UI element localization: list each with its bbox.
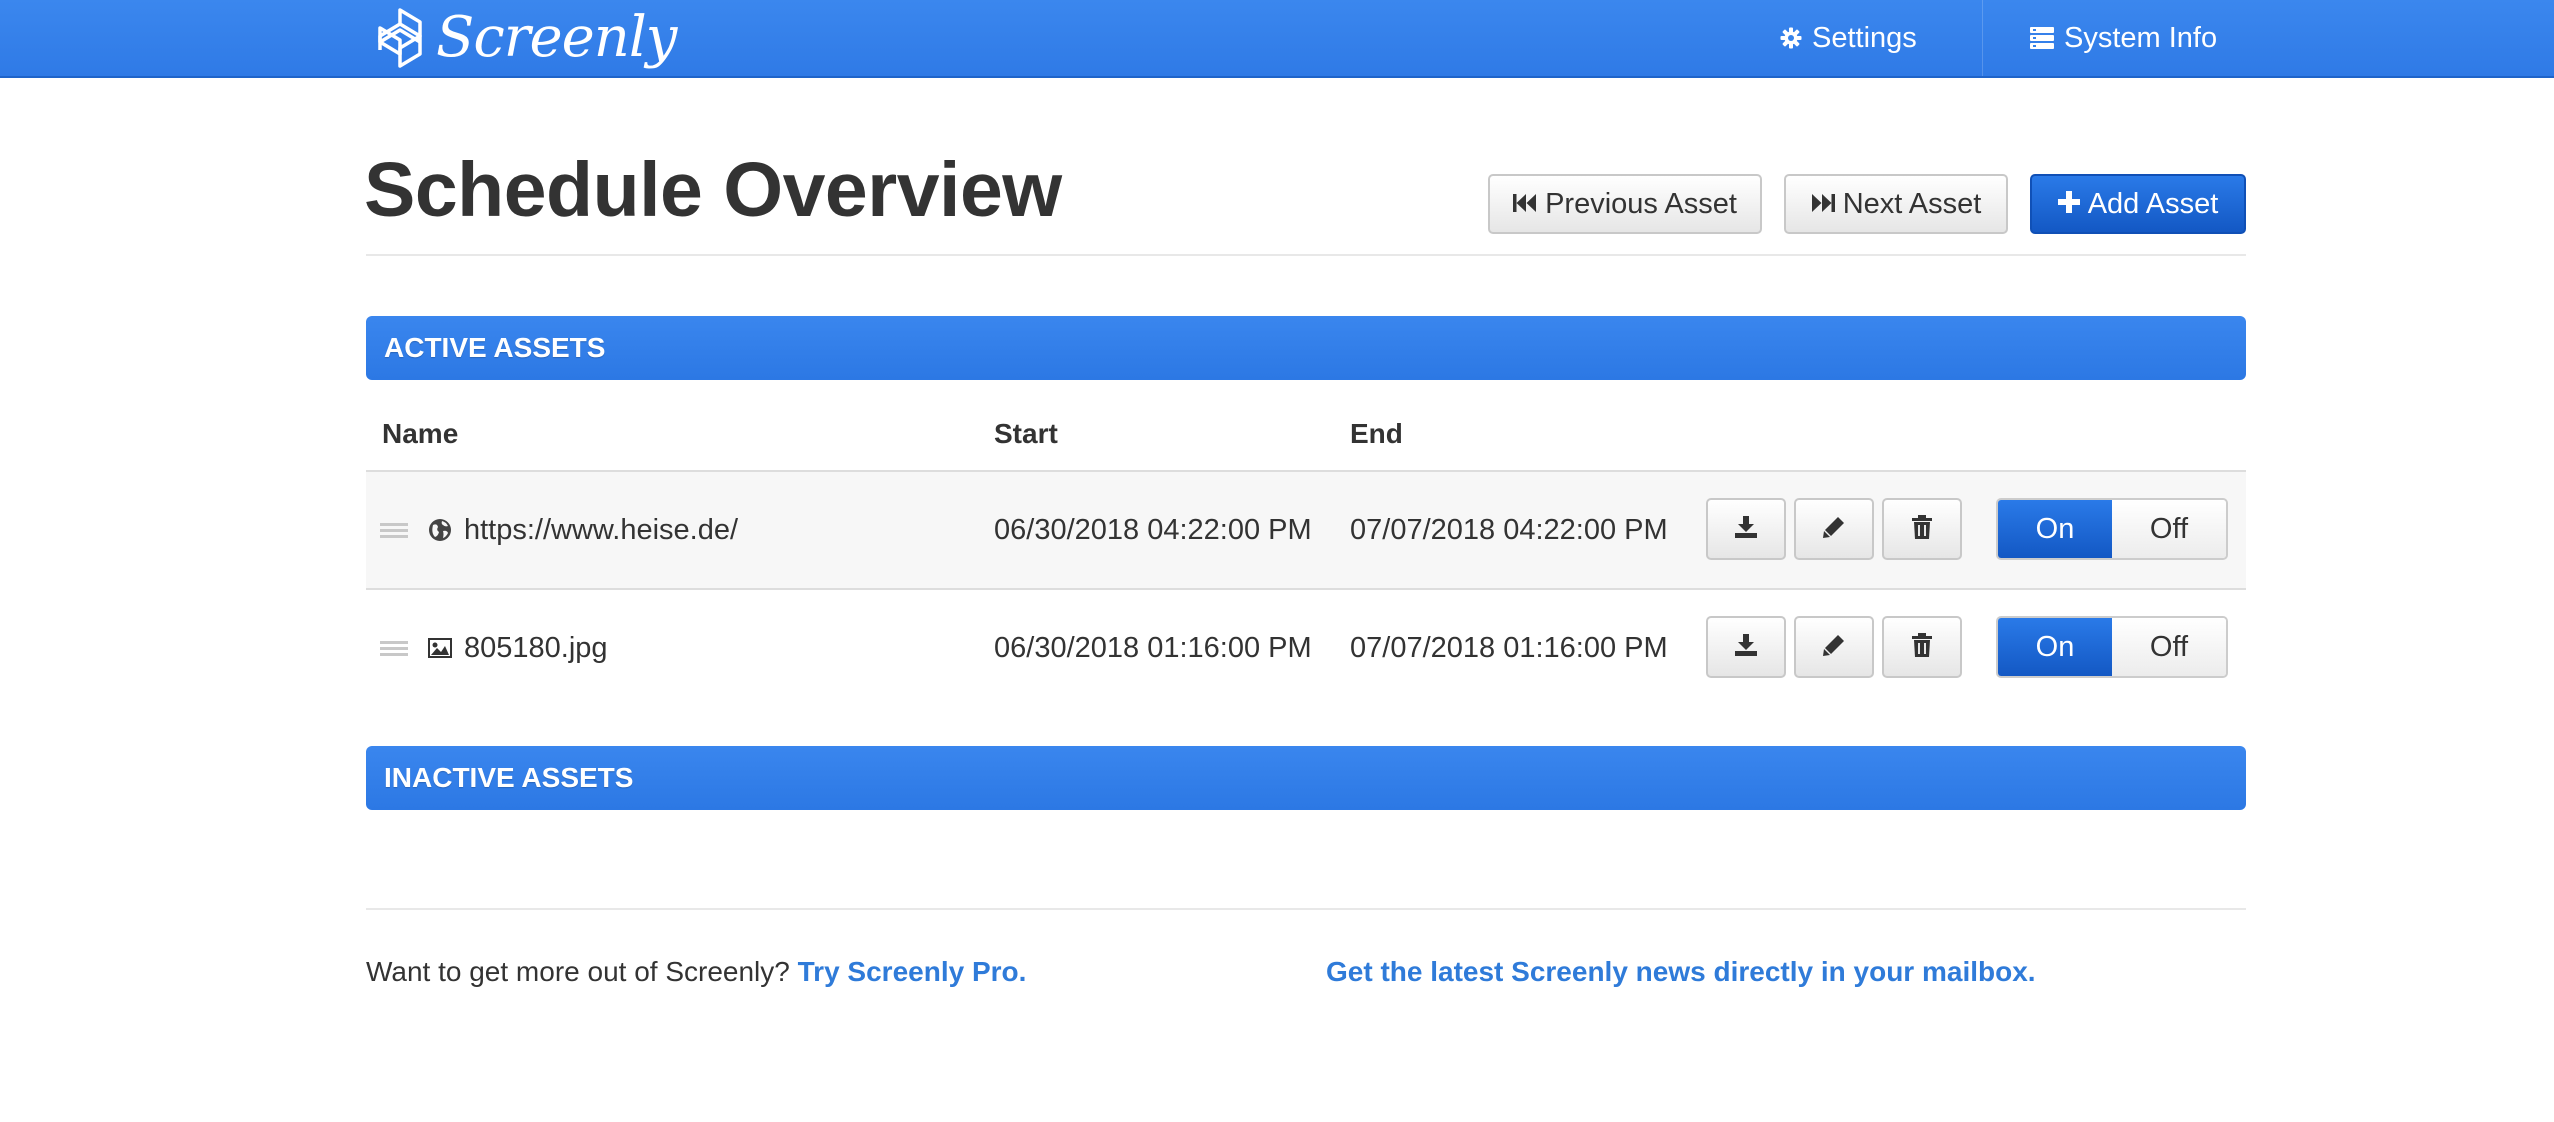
plus-icon: [2057, 188, 2080, 221]
download-button[interactable]: [1706, 616, 1786, 678]
globe-icon: [428, 472, 452, 588]
nav-settings-label: Settings: [1812, 21, 1917, 54]
gear-icon: [1780, 27, 1802, 49]
brand-logo[interactable]: Screenly: [374, 0, 677, 76]
download-icon: [1735, 515, 1757, 543]
footer-promo: Want to get more out of Screenly? Try Sc…: [366, 956, 1026, 988]
asset-name: https://www.heise.de/: [464, 513, 739, 546]
skip-forward-icon: [1811, 188, 1835, 221]
toggle-on-button[interactable]: On: [1998, 618, 2112, 676]
drag-handle-icon[interactable]: [380, 472, 408, 588]
download-button[interactable]: [1706, 498, 1786, 560]
next-asset-button[interactable]: Next Asset: [1784, 174, 2008, 234]
column-header-name: Name: [382, 418, 459, 449]
asset-end: 07/07/2018 04:22:00 PM: [1350, 513, 1668, 546]
asset-end: 07/07/2018 01:16:00 PM: [1350, 631, 1668, 664]
download-icon: [1735, 633, 1757, 661]
header-divider: [366, 254, 2246, 256]
edit-button[interactable]: [1794, 498, 1874, 560]
previous-asset-button[interactable]: Previous Asset: [1488, 174, 1762, 234]
nav-system-info-link[interactable]: System Info: [2030, 0, 2217, 76]
column-header-start: Start: [994, 418, 1058, 449]
image-icon: [428, 590, 452, 706]
asset-start: 06/30/2018 04:22:00 PM: [994, 513, 1312, 546]
asset-toggle: On Off: [1996, 498, 2228, 560]
trash-icon: [1911, 514, 1933, 544]
active-assets-title: ACTIVE ASSETS: [384, 332, 606, 363]
table-row: https://www.heise.de/ 06/30/2018 04:22:0…: [366, 472, 2246, 590]
add-asset-button[interactable]: Add Asset: [2030, 174, 2246, 234]
add-asset-label: Add Asset: [2087, 187, 2219, 220]
table-row: 805180.jpg 06/30/2018 01:16:00 PM 07/07/…: [366, 590, 2246, 708]
toggle-off-button[interactable]: Off: [2112, 618, 2226, 676]
asset-start: 06/30/2018 01:16:00 PM: [994, 631, 1312, 664]
top-navbar: Screenly Settings System Info: [0, 0, 2554, 78]
delete-button[interactable]: [1882, 616, 1962, 678]
trash-icon: [1911, 632, 1933, 662]
screenly-logo-icon: [378, 8, 422, 68]
newsletter-link[interactable]: Get the latest Screenly news directly in…: [1326, 956, 2036, 987]
asset-toggle: On Off: [1996, 616, 2228, 678]
column-header-end: End: [1350, 418, 1403, 449]
inactive-assets-header: INACTIVE ASSETS: [366, 746, 2246, 810]
toggle-off-button[interactable]: Off: [2112, 500, 2226, 558]
nav-divider: [1982, 0, 1983, 76]
asset-name: 805180.jpg: [464, 631, 608, 664]
toggle-on-button[interactable]: On: [1998, 500, 2112, 558]
active-assets-header: ACTIVE ASSETS: [366, 316, 2246, 380]
inactive-assets-title: INACTIVE ASSETS: [384, 762, 634, 793]
footer-newsletter: Get the latest Screenly news directly in…: [1326, 956, 2036, 988]
next-asset-label: Next Asset: [1842, 187, 1982, 220]
skip-back-icon: [1513, 188, 1537, 221]
server-icon: [2030, 27, 2054, 49]
try-pro-link[interactable]: Try Screenly Pro.: [798, 956, 1027, 987]
pencil-icon: [1823, 634, 1845, 661]
edit-button[interactable]: [1794, 616, 1874, 678]
page-title: Schedule Overview: [364, 147, 1062, 233]
nav-system-info-label: System Info: [2064, 21, 2218, 54]
drag-handle-icon[interactable]: [380, 590, 408, 706]
brand-name: Screenly: [436, 5, 677, 70]
previous-asset-label: Previous Asset: [1545, 187, 1737, 220]
footer-divider: [366, 908, 2246, 910]
delete-button[interactable]: [1882, 498, 1962, 560]
footer-question: Want to get more out of Screenly?: [366, 956, 790, 987]
nav-settings-link[interactable]: Settings: [1780, 0, 1917, 76]
pencil-icon: [1823, 516, 1845, 543]
